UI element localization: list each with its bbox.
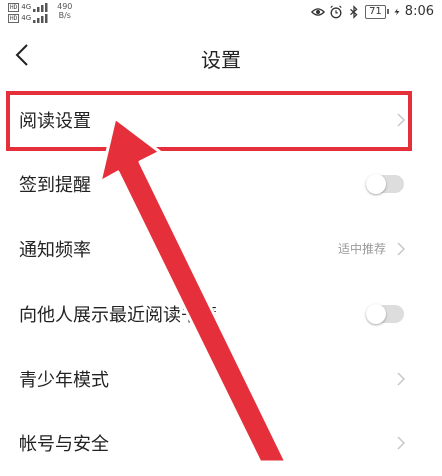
settings-row-teen-mode[interactable]: 青少年模式 bbox=[0, 348, 442, 412]
alarm-icon bbox=[330, 4, 342, 18]
bluetooth-icon bbox=[350, 4, 358, 19]
row-label: 青少年模式 bbox=[19, 370, 109, 391]
settings-row-reading-settings[interactable]: 阅读设置 bbox=[0, 89, 442, 153]
sim2-row: HD 4G bbox=[8, 13, 49, 23]
battery-indicator: 71 bbox=[365, 4, 389, 19]
chevron-right-icon bbox=[397, 436, 406, 450]
chevron-right-icon bbox=[397, 113, 406, 127]
hd-badge: HD bbox=[8, 2, 20, 12]
show-recent-reading-toggle[interactable] bbox=[366, 304, 404, 324]
network-speed-unit: B/s bbox=[58, 11, 71, 20]
sim1-network-label: 4G bbox=[21, 3, 32, 11]
network-speed: 490 B/s bbox=[57, 2, 72, 20]
signal-icon bbox=[33, 2, 48, 12]
sim1-row: HD 4G bbox=[8, 2, 49, 12]
header-bar: 设置 bbox=[0, 30, 442, 82]
row-label: 阅读设置 bbox=[19, 111, 91, 132]
checkin-reminder-toggle[interactable] bbox=[366, 174, 404, 194]
status-left: HD 4G HD 4G 490 B/s bbox=[8, 2, 72, 23]
settings-row-show-recent-reading: 向他人展示最近阅读书籍 bbox=[0, 283, 442, 347]
row-label: 向他人展示最近阅读书籍 bbox=[19, 305, 217, 326]
signal-icon bbox=[33, 13, 48, 23]
chevron-right-icon bbox=[397, 372, 406, 386]
battery-tip bbox=[386, 9, 389, 14]
page-title: 设置 bbox=[201, 48, 241, 72]
toggle-knob bbox=[366, 174, 386, 194]
network-speed-value: 490 bbox=[57, 2, 73, 11]
eye-icon bbox=[311, 7, 326, 16]
battery-level: 71 bbox=[365, 4, 386, 19]
notification-frequency-value: 适中推荐 bbox=[337, 242, 386, 256]
status-bar: HD 4G HD 4G 490 B/s 71 8:06 bbox=[0, 0, 442, 26]
charging-icon bbox=[394, 8, 400, 15]
toggle-knob bbox=[366, 304, 386, 324]
row-label: 通知频率 bbox=[19, 240, 91, 261]
settings-row-account-security[interactable]: 帐号与安全 bbox=[0, 412, 442, 476]
settings-row-notification-frequency[interactable]: 通知频率 适中推荐 bbox=[0, 218, 442, 282]
chevron-right-icon bbox=[397, 242, 406, 256]
settings-row-checkin-reminder: 签到提醒 bbox=[0, 153, 442, 217]
hd-badge: HD bbox=[8, 13, 20, 23]
row-label: 签到提醒 bbox=[19, 175, 91, 196]
status-right: 71 8:06 bbox=[311, 4, 434, 19]
clock-time: 8:06 bbox=[404, 4, 434, 19]
row-label: 帐号与安全 bbox=[19, 434, 109, 455]
sim2-network-label: 4G bbox=[21, 14, 32, 22]
sim-indicators: HD 4G HD 4G bbox=[8, 2, 49, 23]
